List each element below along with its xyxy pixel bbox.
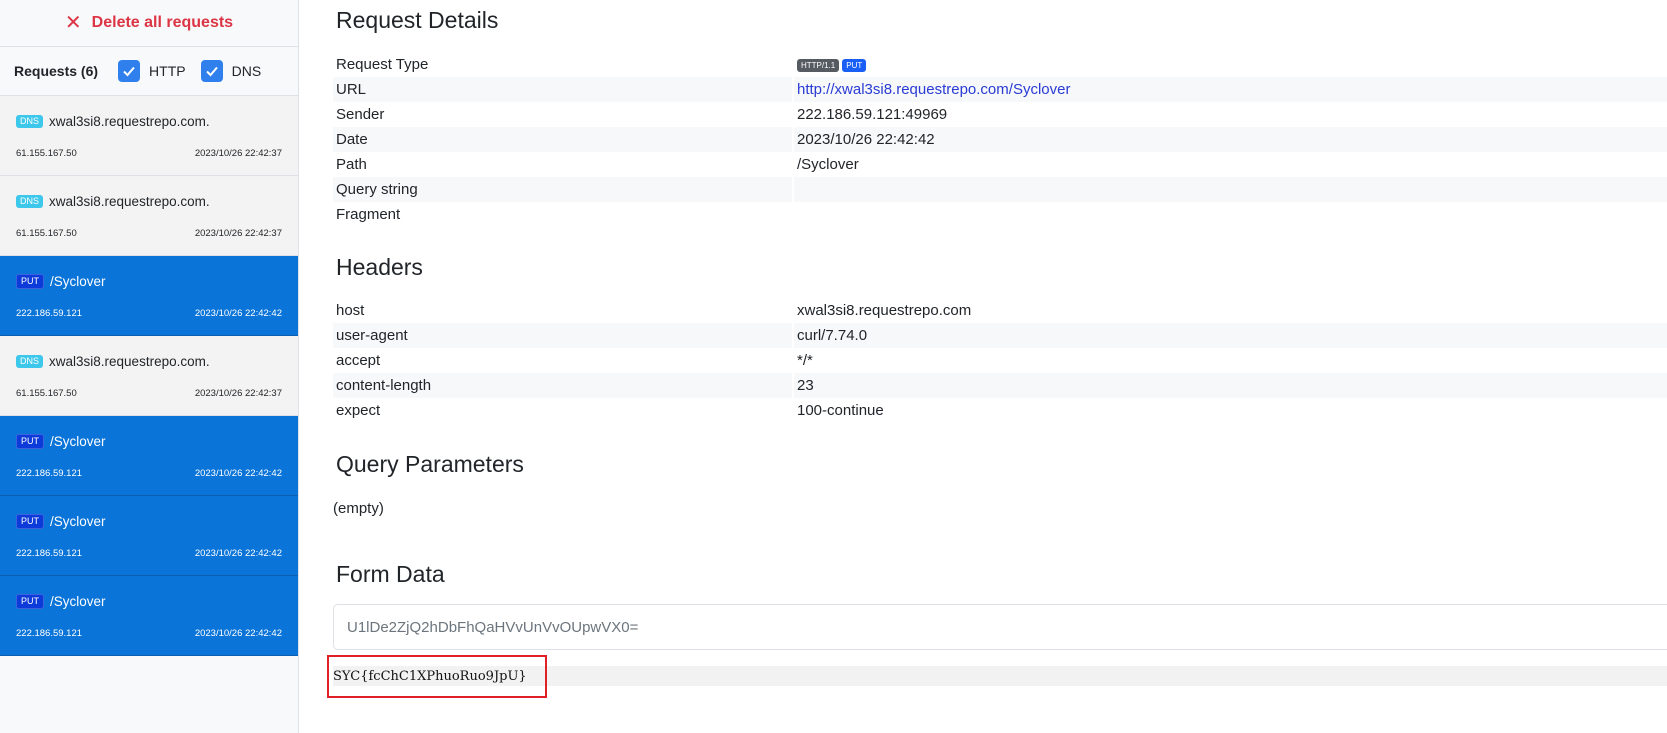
- request-title: /Syclover: [50, 594, 106, 609]
- filter-dns-checkbox[interactable]: DNS: [200, 60, 262, 82]
- query-string-value: [792, 177, 1667, 202]
- request-time: 2023/10/26 22:42:42: [194, 628, 282, 639]
- table-row: Sender 222.186.59.121:49969: [333, 102, 1667, 127]
- url-label: URL: [333, 77, 793, 102]
- request-item[interactable]: PUT/Syclover 222.186.59.121 2023/10/26 22…: [0, 496, 298, 576]
- date-label: Date: [333, 127, 793, 152]
- table-row: Fragment: [333, 202, 1667, 227]
- filter-http-label: HTTP: [149, 63, 186, 79]
- request-ip: 222.186.59.121: [16, 468, 83, 479]
- checkmark-icon: [200, 60, 223, 82]
- fragment-label: Fragment: [336, 206, 401, 223]
- request-ip: 61.155.167.50: [16, 388, 77, 399]
- request-title: xwal3si8.requestrepo.com.: [49, 194, 210, 209]
- header-value: xwal3si8.requestrepo.com: [792, 298, 1667, 323]
- query-parameters-title: Query Parameters: [336, 451, 524, 477]
- request-sidebar: ✕ Delete all requests Requests (6) HTTP …: [0, 0, 299, 733]
- delete-all-requests-button[interactable]: ✕ Delete all requests: [0, 0, 298, 47]
- close-icon: ✕: [64, 12, 82, 34]
- delete-all-label: Delete all requests: [91, 14, 234, 31]
- request-item[interactable]: PUT/Syclover 222.186.59.121 2023/10/26 22…: [0, 256, 298, 336]
- filter-http-checkbox[interactable]: HTTP: [118, 60, 186, 82]
- table-row: Date 2023/10/26 22:42:42: [333, 127, 1667, 152]
- header-value: 23: [792, 373, 1667, 398]
- header-key: expect: [336, 402, 381, 419]
- request-title: xwal3si8.requestrepo.com.: [49, 114, 210, 129]
- table-row: expect 100-continue: [333, 398, 1667, 423]
- filter-bar: Requests (6) HTTP DNS: [0, 47, 298, 96]
- request-title: xwal3si8.requestrepo.com.: [49, 354, 210, 369]
- request-type-badge: DNS: [16, 355, 44, 368]
- form-data-title: Form Data: [336, 561, 445, 587]
- request-time: 2023/10/26 22:42:37: [194, 228, 282, 239]
- requests-count: Requests (6): [14, 63, 99, 79]
- table-row: user-agent curl/7.74.0: [333, 323, 1667, 348]
- request-title: /Syclover: [50, 514, 106, 529]
- table-row: accept */*: [333, 348, 1667, 373]
- request-title: /Syclover: [50, 274, 106, 289]
- request-time: 2023/10/26 22:42:37: [194, 388, 282, 399]
- table-row: content-length 23: [333, 373, 1667, 398]
- request-item[interactable]: DNS xwal3si8.requestrepo.com. 61.155.167.…: [0, 176, 298, 256]
- header-value: curl/7.74.0: [792, 323, 1667, 348]
- header-key: accept: [336, 352, 381, 369]
- path-label: Path: [336, 156, 367, 173]
- path-value: /Syclover: [792, 152, 1667, 177]
- header-value: */*: [792, 348, 1667, 373]
- request-ip: 61.155.167.50: [16, 228, 77, 239]
- filter-dns-label: DNS: [231, 63, 262, 79]
- request-ip: 222.186.59.121: [16, 628, 83, 639]
- url-link[interactable]: http://xwal3si8.requestrepo.com/Syclover: [797, 81, 1070, 98]
- query-parameters-empty: (empty): [333, 500, 384, 517]
- request-item[interactable]: DNS xwal3si8.requestrepo.com. 61.155.167.…: [0, 96, 298, 176]
- http-version-badge: HTTP/1.1: [797, 58, 840, 72]
- request-type-badge: PUT: [16, 594, 44, 609]
- request-details-title: Request Details: [336, 7, 499, 33]
- sender-label: Sender: [336, 106, 385, 123]
- table-row: host xwal3si8.requestrepo.com: [333, 298, 1667, 323]
- table-row: URL http://xwal3si8.requestrepo.com/Sycl…: [333, 77, 1667, 102]
- header-key: content-length: [333, 373, 793, 398]
- query-string-label: Query string: [333, 177, 793, 202]
- request-item[interactable]: PUT/Syclover 222.186.59.121 2023/10/26 22…: [0, 576, 298, 656]
- request-type-badge: DNS: [16, 115, 44, 128]
- sender-value: 222.186.59.121:49969: [792, 102, 1667, 127]
- request-type-value: HTTP/1.1 PUT: [792, 52, 1667, 77]
- header-key: host: [336, 302, 365, 319]
- request-type-badge: PUT: [16, 514, 44, 529]
- request-details-table: Request Type HTTP/1.1 PUT URL http://xwal…: [333, 52, 1667, 227]
- request-type-badge: PUT: [16, 274, 44, 289]
- request-item[interactable]: DNS xwal3si8.requestrepo.com. 61.155.167.…: [0, 336, 298, 416]
- table-row: Request Type HTTP/1.1 PUT: [333, 52, 1667, 77]
- request-type-label: Request Type: [336, 56, 429, 73]
- form-data-raw-field[interactable]: U1lDe2ZjQ2hDbFhQaHVvUnVvOUpwVX0=: [333, 604, 1667, 650]
- header-key: user-agent: [333, 323, 793, 348]
- request-time: 2023/10/26 22:42:42: [194, 468, 282, 479]
- request-ip: 222.186.59.121: [16, 548, 83, 559]
- header-value: 100-continue: [792, 398, 1667, 423]
- fragment-value: [792, 202, 1667, 227]
- checkmark-icon: [118, 60, 141, 82]
- request-item[interactable]: PUT/Syclover 222.186.59.121 2023/10/26 22…: [0, 416, 298, 496]
- request-type-badge: PUT: [16, 434, 44, 449]
- table-row: Path /Syclover: [333, 152, 1667, 177]
- request-type-badge: DNS: [16, 195, 44, 208]
- request-time: 2023/10/26 22:42:42: [194, 548, 282, 559]
- request-list: DNS xwal3si8.requestrepo.com. 61.155.167.…: [0, 96, 298, 656]
- request-ip: 61.155.167.50: [16, 148, 77, 159]
- headers-title: Headers: [336, 254, 423, 280]
- table-row: Query string: [333, 177, 1667, 202]
- request-ip: 222.186.59.121: [16, 308, 83, 319]
- request-time: 2023/10/26 22:42:42: [194, 308, 282, 319]
- request-time: 2023/10/26 22:42:37: [194, 148, 282, 159]
- method-badge: PUT: [842, 58, 867, 72]
- highlight-annotation-box: [327, 655, 547, 698]
- headers-table: host xwal3si8.requestrepo.com user-agent…: [333, 298, 1667, 423]
- request-title: /Syclover: [50, 434, 106, 449]
- date-value: 2023/10/26 22:42:42: [792, 127, 1667, 152]
